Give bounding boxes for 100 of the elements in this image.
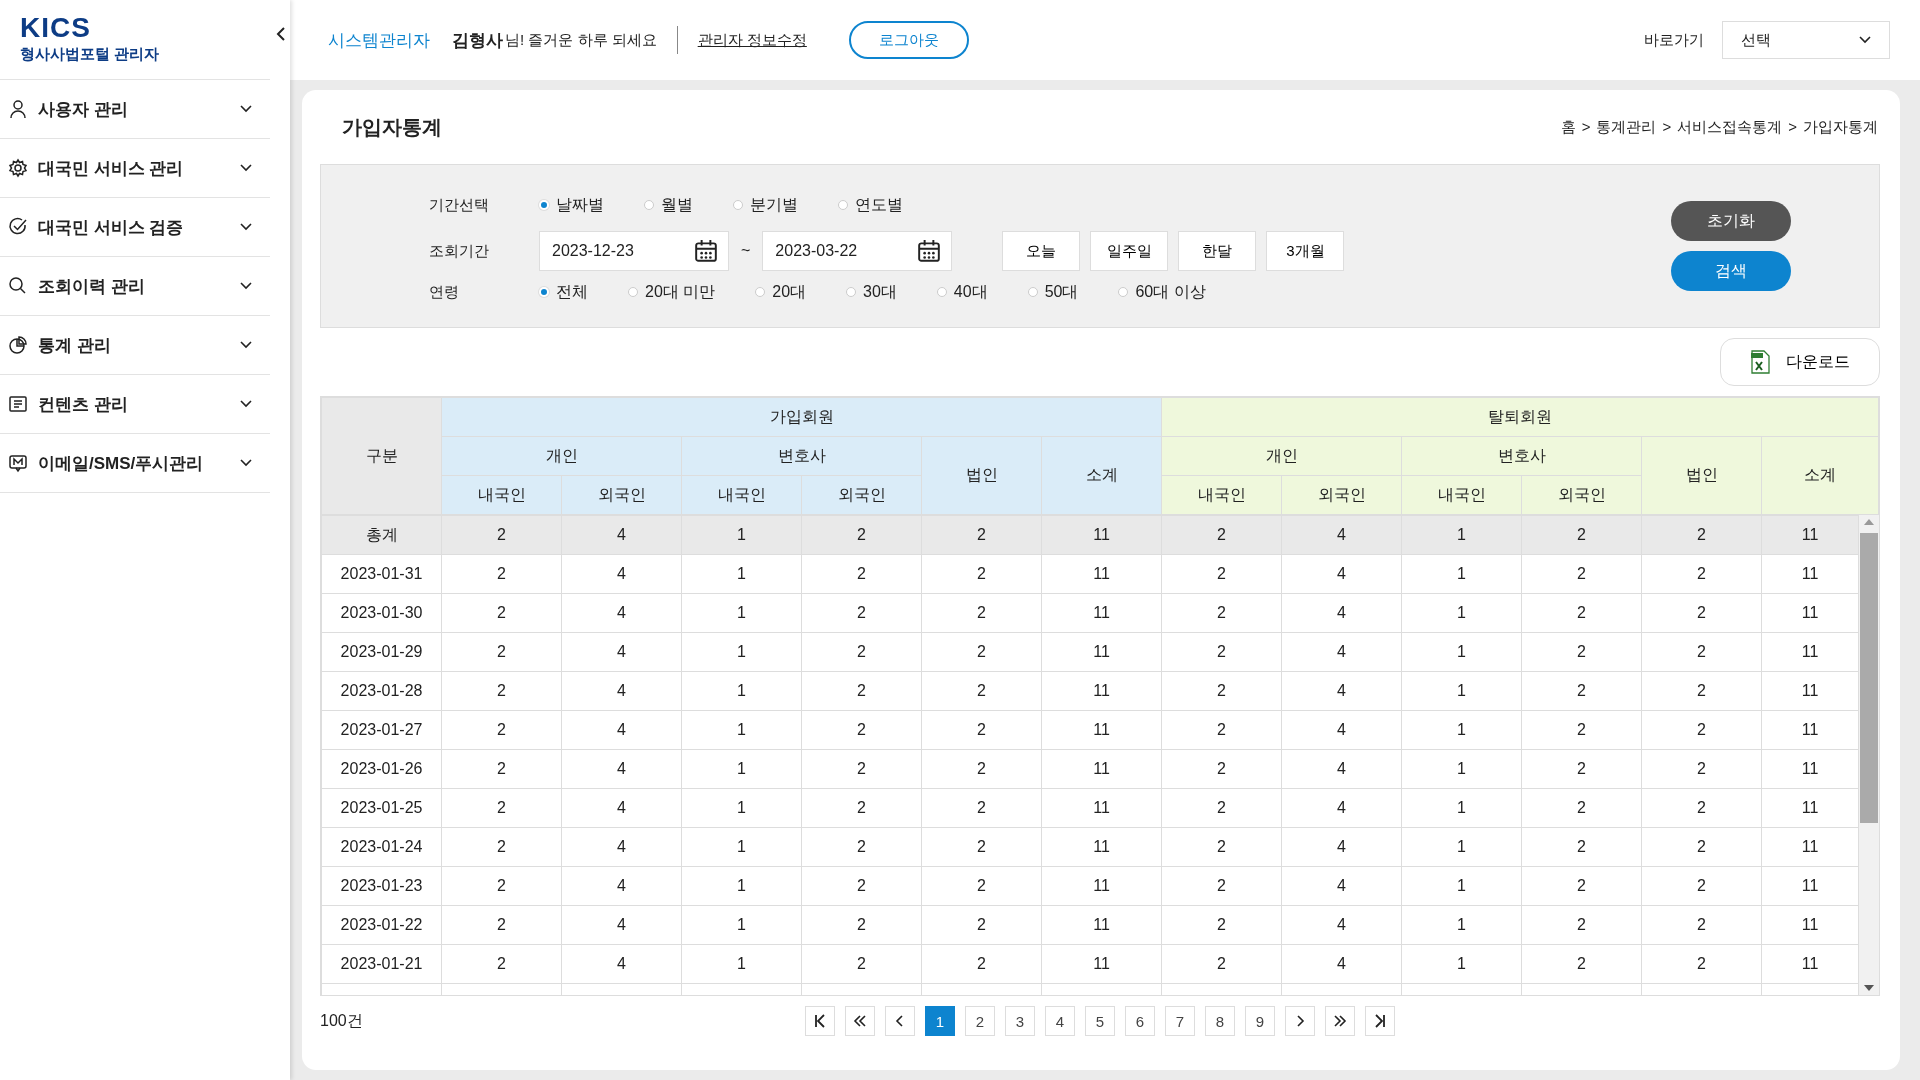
- quick-range-button[interactable]: 3개월: [1266, 231, 1345, 271]
- column-header: 개인: [441, 436, 682, 476]
- table-cell: 2: [1641, 554, 1762, 594]
- table-cell: 11: [1041, 593, 1162, 633]
- table-cell: 11: [1041, 554, 1162, 594]
- age-radio[interactable]: 60대 이상: [1118, 281, 1206, 303]
- double-chevron-left-icon: [853, 1014, 867, 1028]
- table-cell: 1: [1401, 788, 1522, 828]
- table-cell: 2023-01-21: [321, 944, 442, 984]
- page-button[interactable]: 4: [1045, 1006, 1075, 1036]
- scrollbar[interactable]: [1859, 515, 1879, 995]
- table-cell: 11: [1761, 554, 1859, 594]
- page-button[interactable]: 1: [925, 1006, 955, 1036]
- breadcrumb-item[interactable]: 통계관리: [1596, 117, 1657, 137]
- page-button[interactable]: 3: [1005, 1006, 1035, 1036]
- table-cell: 11: [1761, 866, 1859, 906]
- table-cell: 2: [1521, 671, 1642, 711]
- table-cell: 2: [801, 632, 922, 672]
- table-cell: 2: [1161, 515, 1282, 555]
- age-radio[interactable]: 20대 미만: [628, 281, 716, 303]
- quick-range-button[interactable]: 오늘: [1002, 231, 1081, 271]
- logout-button[interactable]: 로그아웃: [848, 21, 969, 59]
- table-cell: 2023-01-28: [321, 671, 442, 711]
- period-radio[interactable]: 날짜별: [539, 194, 604, 216]
- table-cell: 1: [1401, 593, 1522, 633]
- sidebar-item[interactable]: 대국민 서비스 관리: [0, 139, 270, 198]
- shortcut-select[interactable]: 선택: [1722, 21, 1890, 59]
- age-radio[interactable]: 50대: [1027, 281, 1079, 303]
- page-button[interactable]: 7: [1165, 1006, 1195, 1036]
- table-cell: 1: [681, 593, 802, 633]
- table-cell: 2: [1521, 710, 1642, 750]
- period-radio[interactable]: 연도별: [838, 194, 903, 216]
- breadcrumb-item[interactable]: 가입자통계: [1803, 117, 1878, 137]
- column-header: 내국인: [681, 475, 802, 515]
- table-cell: 2: [1161, 866, 1282, 906]
- period-radio[interactable]: 분기별: [733, 194, 798, 216]
- start-date-field[interactable]: 2023-12-23: [539, 231, 729, 271]
- table-cell: 4: [561, 710, 682, 750]
- table-cell: 4: [561, 788, 682, 828]
- sidebar-item[interactable]: 사용자 관리: [0, 80, 270, 139]
- first-page-button[interactable]: [805, 1006, 835, 1036]
- age-radio[interactable]: 전체: [539, 281, 588, 303]
- table-cell: 2: [1161, 944, 1282, 984]
- column-header: 개인: [1161, 436, 1402, 476]
- quick-range-button[interactable]: 한달: [1178, 231, 1257, 271]
- table-cell: 1: [681, 671, 802, 711]
- chevron-down-icon: [240, 105, 252, 113]
- table-cell: 4: [1281, 671, 1402, 711]
- table-cell: 2023-01-26: [321, 749, 442, 789]
- page-button[interactable]: 9: [1245, 1006, 1275, 1036]
- column-header: 법인: [1641, 436, 1762, 515]
- previous-group-button[interactable]: [845, 1006, 875, 1036]
- age-radio[interactable]: 20대: [755, 281, 807, 303]
- table-cell: 11: [1041, 944, 1162, 984]
- table-cell: 2: [921, 905, 1042, 945]
- chevron-left-icon: [895, 1014, 905, 1028]
- table-cell: 2: [921, 788, 1042, 828]
- period-radio[interactable]: 월별: [644, 194, 693, 216]
- table-cell: 4: [561, 515, 682, 555]
- last-page-button[interactable]: [1365, 1006, 1395, 1036]
- table-cell: 11: [1761, 593, 1859, 633]
- sidebar-item[interactable]: 조회이력 관리: [0, 257, 270, 316]
- page-button[interactable]: 6: [1125, 1006, 1155, 1036]
- table-cell: 2023-01-31: [321, 554, 442, 594]
- sidebar-item[interactable]: 컨텐츠 관리: [0, 375, 270, 434]
- table-cell: 2: [1521, 554, 1642, 594]
- quick-range-button[interactable]: 일주일: [1090, 231, 1169, 271]
- age-radio[interactable]: 40대: [936, 281, 988, 303]
- scroll-down-icon[interactable]: [1864, 985, 1874, 991]
- reset-button[interactable]: 초기화: [1671, 201, 1791, 241]
- sidebar-item[interactable]: 대국민 서비스 검증: [0, 198, 270, 257]
- table-cell: 11: [1761, 710, 1859, 750]
- table-cell: 1: [1401, 866, 1522, 906]
- previous-page-button[interactable]: [885, 1006, 915, 1036]
- next-group-button[interactable]: [1325, 1006, 1355, 1036]
- chevron-down-icon: [240, 400, 252, 408]
- search-button[interactable]: 검색: [1671, 251, 1791, 291]
- table-cell: 2: [1641, 515, 1762, 555]
- profile-edit-link[interactable]: 관리자 정보수정: [697, 30, 807, 50]
- column-header: 법인: [921, 436, 1042, 515]
- sidebar-item[interactable]: 통계 관리: [0, 316, 270, 375]
- breadcrumb-item[interactable]: 홈: [1560, 117, 1576, 137]
- calendar-icon[interactable]: [694, 239, 718, 263]
- table-cell: 2: [1161, 593, 1282, 633]
- page-button[interactable]: 5: [1085, 1006, 1115, 1036]
- page-button[interactable]: 2: [965, 1006, 995, 1036]
- pie-chart-icon: [8, 335, 28, 355]
- end-date-field[interactable]: 2023-03-22: [762, 231, 953, 271]
- sidebar-item[interactable]: 이메일/SMS/푸시관리: [0, 434, 270, 493]
- column-header: 외국인: [1521, 475, 1642, 515]
- breadcrumb-item[interactable]: 서비스접속통계: [1677, 117, 1783, 137]
- table-cell: 2: [441, 944, 562, 984]
- column-header: 내국인: [1401, 475, 1522, 515]
- shortcut-label: 바로가기: [1644, 30, 1704, 50]
- table-cell: 2023-01-30: [321, 593, 442, 633]
- next-page-button[interactable]: [1285, 1006, 1315, 1036]
- age-radio[interactable]: 30대: [846, 281, 897, 303]
- download-button[interactable]: 다운로드: [1720, 338, 1880, 386]
- page-button[interactable]: 8: [1205, 1006, 1235, 1036]
- calendar-icon[interactable]: [917, 239, 942, 263]
